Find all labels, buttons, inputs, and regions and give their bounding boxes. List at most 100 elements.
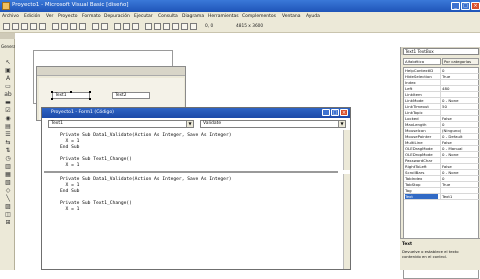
resize-handle[interactable] xyxy=(51,91,53,93)
menu-herramientas[interactable]: Herramientas xyxy=(208,14,239,19)
drivelist-tool-icon[interactable]: ▥ xyxy=(4,163,12,170)
project-explorer-button[interactable] xyxy=(145,23,152,30)
property-value[interactable]: 0 - None xyxy=(440,170,478,175)
code-line[interactable]: End Sub xyxy=(60,189,79,194)
close-button[interactable]: × xyxy=(471,2,480,10)
add-project-button[interactable] xyxy=(3,23,10,30)
form-layout-button[interactable] xyxy=(163,23,170,30)
property-value[interactable]: 0 - None xyxy=(440,152,478,157)
combobox-tool-icon[interactable]: ▤ xyxy=(4,123,12,130)
menu-consulta[interactable]: Consulta xyxy=(158,14,178,19)
code-maximize-button[interactable]: □ xyxy=(331,109,339,116)
ole-tool-icon[interactable]: ⊞ xyxy=(4,219,12,226)
property-value[interactable]: Text1 xyxy=(440,194,478,199)
toolbox-button[interactable] xyxy=(181,23,188,30)
resize-handle[interactable] xyxy=(51,98,53,100)
code-line[interactable]: X = 1 xyxy=(60,207,80,212)
property-value[interactable]: False xyxy=(440,140,478,145)
property-value[interactable]: (Ninguno) xyxy=(440,128,478,133)
undo-button[interactable] xyxy=(92,23,99,30)
event-combo[interactable]: Validate ▼ xyxy=(200,120,346,128)
copy-button[interactable] xyxy=(61,23,68,30)
menu-proyecto[interactable]: Proyecto xyxy=(58,14,78,19)
resize-handle[interactable] xyxy=(89,91,91,93)
menu-depuracion[interactable]: Depuración xyxy=(104,14,130,19)
picture-tool-icon[interactable]: ▣ xyxy=(4,67,12,74)
textbox-tool-icon[interactable]: ab xyxy=(4,91,12,98)
property-value[interactable] xyxy=(440,80,478,85)
code-close-button[interactable]: × xyxy=(340,109,348,116)
code-line[interactable]: Private Sub Text1_Change() xyxy=(60,157,132,162)
menu-archivo[interactable]: Archivo xyxy=(2,14,19,19)
pointer-tool-icon[interactable]: ↖ xyxy=(4,59,12,66)
code-line[interactable]: Private Sub Data1_Validate(Action As Int… xyxy=(60,177,231,182)
resize-handle[interactable] xyxy=(70,91,72,93)
object-combo[interactable]: Text1 ▼ xyxy=(48,120,194,128)
code-pane-splitter[interactable] xyxy=(44,171,338,173)
paste-button[interactable] xyxy=(70,23,77,30)
property-value[interactable]: False xyxy=(440,116,478,121)
image-tool-icon[interactable]: ▨ xyxy=(4,203,12,210)
start-button[interactable] xyxy=(114,23,121,30)
property-value[interactable] xyxy=(440,110,478,115)
property-value[interactable]: 0 - Manual xyxy=(440,146,478,151)
dirlist-tool-icon[interactable]: ▦ xyxy=(4,171,12,178)
property-value[interactable]: 0 xyxy=(440,68,478,73)
tab-alphabetic[interactable]: Alfabética xyxy=(403,58,441,65)
add-form-button[interactable] xyxy=(12,23,19,30)
code-line[interactable]: End Sub xyxy=(60,145,79,150)
property-value[interactable]: False xyxy=(440,164,478,169)
listbox-tool-icon[interactable]: ☰ xyxy=(4,131,12,138)
textbox-text1[interactable]: Text1 xyxy=(52,92,90,99)
hscrollbar-tool-icon[interactable]: ⇆ xyxy=(4,139,12,146)
data-view-button[interactable] xyxy=(190,23,197,30)
menu-complementos[interactable]: Complementos xyxy=(242,14,276,19)
menu-edicion[interactable]: Edición xyxy=(24,14,40,19)
property-value[interactable]: 480 xyxy=(440,86,478,91)
property-value[interactable]: 0 - Default xyxy=(440,134,478,139)
property-value[interactable]: True xyxy=(440,74,478,79)
menu-ventana[interactable]: Ventana xyxy=(282,14,300,19)
vscrollbar-tool-icon[interactable]: ⇅ xyxy=(4,147,12,154)
chevron-down-icon[interactable]: ▼ xyxy=(338,121,345,127)
menu-ejecutar[interactable]: Ejecutar xyxy=(134,14,153,19)
frame-tool-icon[interactable]: ▭ xyxy=(4,83,12,90)
commandbutton-tool-icon[interactable]: ▬ xyxy=(4,99,12,106)
property-value[interactable]: True xyxy=(440,182,478,187)
menu-ver[interactable]: Ver xyxy=(46,14,53,19)
property-value[interactable]: 0 - None xyxy=(440,98,478,103)
minimize-button[interactable]: _ xyxy=(451,2,460,10)
find-button[interactable] xyxy=(79,23,86,30)
code-line[interactable]: X = 1 xyxy=(60,183,80,188)
code-pane-top[interactable]: Private Sub Data1_Validate(Action As Int… xyxy=(44,130,338,170)
optionbutton-tool-icon[interactable]: ◉ xyxy=(4,115,12,122)
menu-diagrama[interactable]: Diagrama xyxy=(182,14,204,19)
object-selector[interactable]: Text1 TextBox xyxy=(403,48,479,55)
open-button[interactable] xyxy=(30,23,37,30)
property-value[interactable] xyxy=(440,158,478,163)
cut-button[interactable] xyxy=(52,23,59,30)
timer-tool-icon[interactable]: ◷ xyxy=(4,155,12,162)
property-row-selected[interactable]: Text Text1 xyxy=(404,194,480,200)
property-value[interactable] xyxy=(440,92,478,97)
chevron-down-icon[interactable]: ▼ xyxy=(186,121,193,127)
label-tool-icon[interactable]: A xyxy=(4,75,12,82)
maximize-button[interactable]: □ xyxy=(461,2,470,10)
code-line[interactable]: Private Sub Text1_Change() xyxy=(60,201,132,206)
code-minimize-button[interactable]: _ xyxy=(322,109,330,116)
break-button[interactable] xyxy=(123,23,130,30)
redo-button[interactable] xyxy=(101,23,108,30)
code-line[interactable]: X = 1 xyxy=(60,163,80,168)
code-vscrollbar-bottom[interactable] xyxy=(343,174,350,269)
resize-handle[interactable] xyxy=(89,98,91,100)
property-value[interactable] xyxy=(440,188,478,193)
tab-categorized[interactable]: Por categorías xyxy=(442,58,479,65)
properties-window-button[interactable] xyxy=(154,23,161,30)
object-browser-button[interactable] xyxy=(172,23,179,30)
textbox-text2[interactable]: Text2 xyxy=(112,92,150,99)
property-value[interactable]: 0 xyxy=(440,176,478,181)
data-tool-icon[interactable]: ◫ xyxy=(4,211,12,218)
menu-formato[interactable]: Formato xyxy=(82,14,101,19)
code-pane-bottom[interactable]: Private Sub Data1_Validate(Action As Int… xyxy=(44,174,338,269)
code-line[interactable]: X = 1 xyxy=(60,139,80,144)
